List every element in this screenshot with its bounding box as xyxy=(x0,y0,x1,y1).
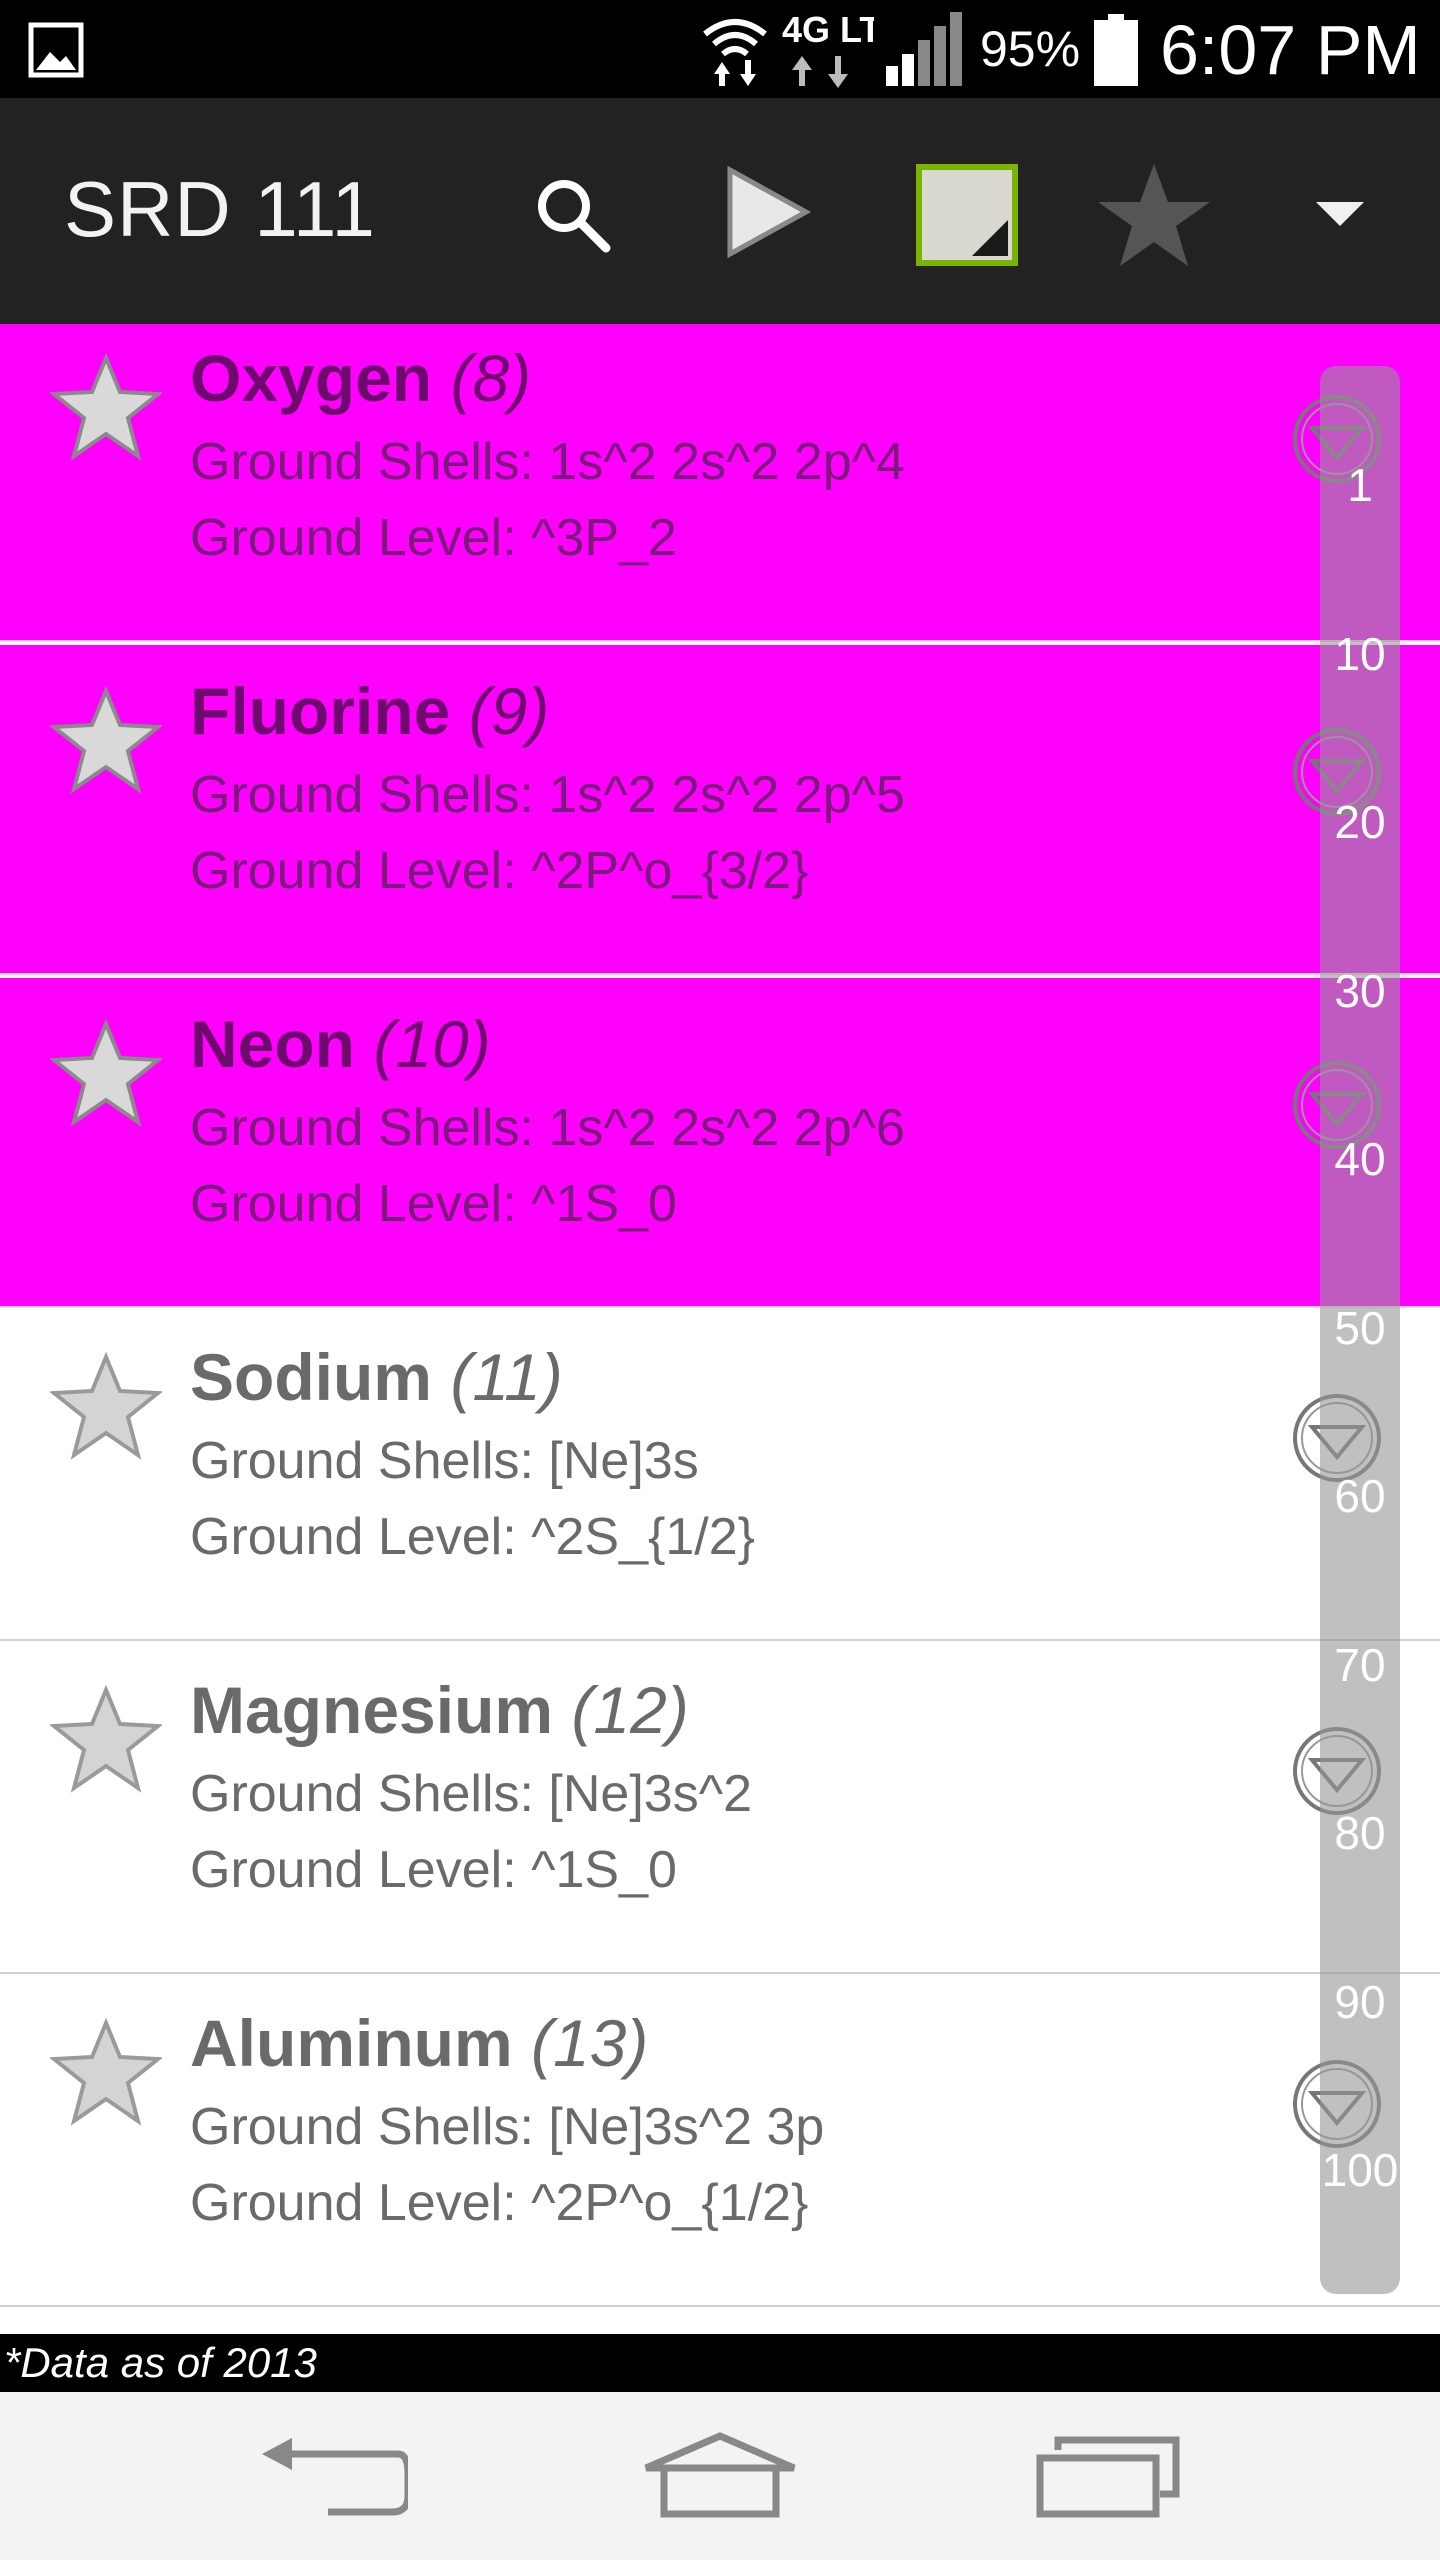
favorite-star-icon[interactable] xyxy=(48,1684,164,1794)
ground-shells: Ground Shells: [Ne]3s xyxy=(190,1432,699,1490)
ground-level: Ground Level: ^2P^o_{3/2} xyxy=(190,842,809,900)
element-row[interactable]: Oxygen (8) Ground Shells: 1s^2 2s^2 2p^4 G… xyxy=(0,324,1440,642)
element-name: Oxygen (8) xyxy=(190,340,531,416)
element-name-text: Magnesium xyxy=(190,1673,554,1747)
search-icon[interactable] xyxy=(532,174,612,254)
back-icon[interactable] xyxy=(258,2434,408,2518)
home-icon[interactable] xyxy=(640,2430,800,2520)
battery-icon xyxy=(1094,14,1138,86)
atomic-number: (13) xyxy=(531,2006,649,2080)
scroll-index-label[interactable]: 30 xyxy=(1320,964,1400,1018)
ground-shells: Ground Shells: [Ne]3s^2 xyxy=(190,1765,753,1823)
recent-apps-icon[interactable] xyxy=(1036,2434,1186,2518)
navigation-bar xyxy=(0,2392,1440,2560)
lte-icon: 4G LTE xyxy=(782,10,874,88)
scroll-index-label[interactable]: 50 xyxy=(1320,1301,1400,1355)
scroll-index-label[interactable]: 10 xyxy=(1320,627,1400,681)
favorite-star-icon[interactable] xyxy=(48,2017,164,2127)
favorite-star-icon[interactable] xyxy=(48,1351,164,1461)
action-bar: SRD 111 xyxy=(0,98,1440,324)
favorites-star-icon[interactable] xyxy=(1094,160,1214,272)
favorite-star-icon[interactable] xyxy=(48,352,164,462)
scroll-index-label[interactable]: 60 xyxy=(1320,1469,1400,1523)
atomic-number: (10) xyxy=(373,1007,491,1081)
scroll-index-label[interactable]: 80 xyxy=(1320,1806,1400,1860)
ground-shells: Ground Shells: 1s^2 2s^2 2p^4 xyxy=(190,433,905,491)
play-icon[interactable] xyxy=(722,166,812,258)
scroll-index-label[interactable]: 70 xyxy=(1320,1638,1400,1692)
element-list[interactable]: Oxygen (8) Ground Shells: 1s^2 2s^2 2p^4 G… xyxy=(0,324,1440,2334)
element-name-text: Oxygen xyxy=(190,341,433,415)
element-row[interactable]: Magnesium (12) Ground Shells: [Ne]3s^2 Gro… xyxy=(0,1644,1440,1974)
ground-level: Ground Level: ^3P_2 xyxy=(190,509,677,567)
svg-text:4G LTE: 4G LTE xyxy=(782,10,874,50)
scroll-index-label[interactable]: 100 xyxy=(1320,2143,1400,2197)
element-name: Fluorine (9) xyxy=(190,673,549,749)
element-row[interactable]: Sodium (11) Ground Shells: [Ne]3s Ground L… xyxy=(0,1311,1440,1641)
ground-level: Ground Level: ^2P^o_{1/2} xyxy=(190,2174,809,2232)
overflow-menu-icon[interactable] xyxy=(1310,194,1370,234)
gallery-notification-icon xyxy=(28,22,84,78)
favorite-star-icon[interactable] xyxy=(48,1018,164,1128)
favorite-star-icon[interactable] xyxy=(48,685,164,795)
element-name-text: Sodium xyxy=(190,1340,432,1414)
atomic-number: (12) xyxy=(571,1673,689,1747)
atomic-number: (8) xyxy=(450,341,532,415)
app-title: SRD 111 xyxy=(64,165,376,253)
scroll-index-label[interactable]: 1 xyxy=(1320,458,1400,512)
element-name-text: Neon xyxy=(190,1007,355,1081)
element-name: Sodium (11) xyxy=(190,1339,563,1415)
wifi-icon xyxy=(703,19,767,86)
element-row[interactable]: Aluminum (13) Ground Shells: [Ne]3s^2 3p G… xyxy=(0,1977,1440,2307)
element-row[interactable]: Fluorine (9) Ground Shells: 1s^2 2s^2 2p^… xyxy=(0,645,1440,975)
status-clock: 6:07 PM xyxy=(1160,11,1421,89)
ground-shells: Ground Shells: 1s^2 2s^2 2p^6 xyxy=(190,1099,905,1157)
ground-level: Ground Level: ^1S_0 xyxy=(190,1175,677,1233)
ground-shells: Ground Shells: [Ne]3s^2 3p xyxy=(190,2098,825,2156)
data-footnote: *Data as of 2013 xyxy=(0,2334,1440,2392)
element-name: Aluminum (13) xyxy=(190,2005,648,2081)
ground-level: Ground Level: ^2S_{1/2} xyxy=(190,1508,756,1566)
battery-percent: 95% xyxy=(980,21,1081,77)
signal-icon xyxy=(886,12,962,86)
element-name-text: Aluminum xyxy=(190,2006,513,2080)
ground-level: Ground Level: ^1S_0 xyxy=(190,1841,677,1899)
element-name: Magnesium (12) xyxy=(190,1672,689,1748)
color-toggle-icon[interactable] xyxy=(912,160,1022,270)
scroll-index-label[interactable]: 40 xyxy=(1320,1132,1400,1186)
element-name-text: Fluorine xyxy=(190,674,451,748)
element-name: Neon (10) xyxy=(190,1006,491,1082)
ground-shells: Ground Shells: 1s^2 2s^2 2p^5 xyxy=(190,766,905,824)
element-row[interactable]: Neon (10) Ground Shells: 1s^2 2s^2 2p^6 Gr… xyxy=(0,978,1440,1308)
scroll-index-label[interactable]: 90 xyxy=(1320,1975,1400,2029)
status-bar: 4G LTE 95% 6:07 PM xyxy=(0,0,1440,98)
atomic-number: (9) xyxy=(468,674,550,748)
atomic-number: (11) xyxy=(450,1340,563,1414)
scroll-index-label[interactable]: 20 xyxy=(1320,795,1400,849)
